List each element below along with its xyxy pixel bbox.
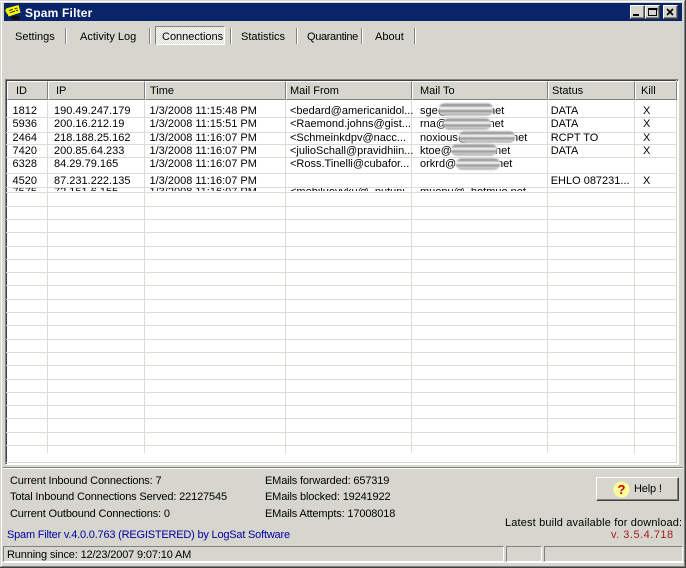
svg-text:?: ? xyxy=(618,482,626,497)
